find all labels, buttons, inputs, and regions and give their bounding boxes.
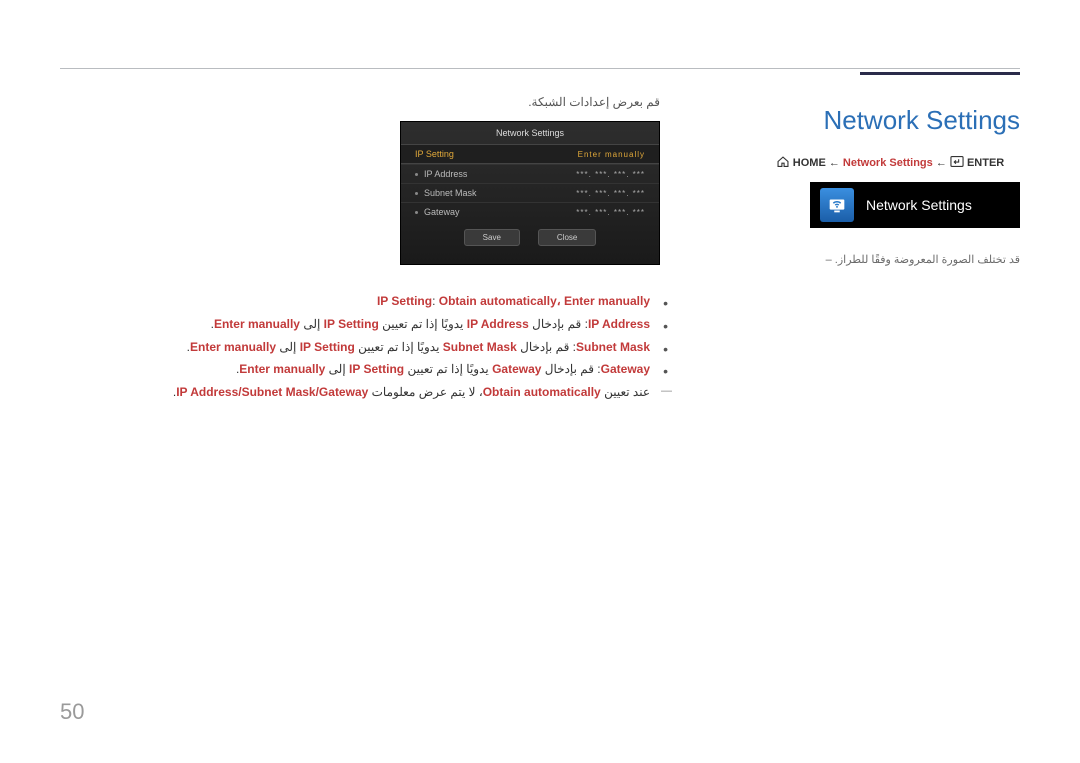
- mock-header-row: IP Setting Enter manually: [401, 144, 659, 164]
- mock-title: Network Settings: [401, 128, 659, 138]
- page-number: 50: [60, 699, 84, 725]
- mock-gateway-value: ***. ***. ***. ***: [576, 208, 645, 217]
- home-icon: [776, 156, 790, 170]
- b4-r2: IP Setting: [349, 362, 404, 376]
- b4-t3: إلى: [325, 362, 349, 376]
- right-column: Network Settings HOME ← Network Settings…: [760, 105, 1020, 266]
- b4-label: Gateway: [601, 362, 650, 376]
- b3-t2: يدويًا إذا تم تعيين: [355, 340, 443, 354]
- dash-note: عند تعيين Obtain automatically، لا يتم ع…: [60, 381, 650, 404]
- bullet-gateway: Gateway: قم بإدخال Gateway يدويًا إذا تم…: [60, 358, 650, 381]
- b3-r3: Enter manually: [190, 340, 276, 354]
- b2-t2: يدويًا إذا تم تعيين: [379, 317, 467, 331]
- mock-header-value: Enter manually: [578, 150, 645, 159]
- breadcrumb-home: HOME: [793, 157, 826, 169]
- mock-subnet-label: Subnet Mask: [424, 188, 477, 198]
- mock-header-label: IP Setting: [415, 149, 454, 159]
- breadcrumb-arrow1: ←: [829, 157, 840, 169]
- mock-gateway-label: Gateway: [424, 207, 460, 217]
- d-t1: عند تعيين: [601, 385, 650, 399]
- mock-row-subnet: Subnet Mask ***. ***. ***. ***: [401, 183, 659, 202]
- b1-label: IP Setting: [377, 294, 432, 308]
- enter-icon: [950, 156, 964, 170]
- b4-r1: Gateway: [492, 362, 541, 376]
- top-rule: [60, 68, 1020, 69]
- bullet-dot-icon: [415, 192, 418, 195]
- bullet-dot-icon: [415, 173, 418, 176]
- b3-r1: Subnet Mask: [443, 340, 517, 354]
- lead-text: قم بعرض إعدادات الشبكة.: [60, 95, 660, 109]
- settings-mock-screenshot: Network Settings IP Setting Enter manual…: [400, 121, 660, 265]
- b4-r3: Enter manually: [239, 362, 325, 376]
- d-r1: Obtain automatically: [483, 385, 601, 399]
- page: Network Settings HOME ← Network Settings…: [0, 0, 1080, 763]
- b2-r2: IP Setting: [324, 317, 379, 331]
- b2-t1: : قم بإدخال: [529, 317, 588, 331]
- mock-subnet-value: ***. ***. ***. ***: [576, 189, 645, 198]
- top-rule-accent: [860, 72, 1020, 75]
- mock-button-row: Save Close: [401, 221, 659, 246]
- mock-ip-value: ***. ***. ***. ***: [576, 170, 645, 179]
- b2-label: IP Address: [588, 317, 650, 331]
- d-r2: IP Address/Subnet Mask/Gateway: [176, 385, 368, 399]
- b2-r3: Enter manually: [214, 317, 300, 331]
- b3-r2: IP Setting: [300, 340, 355, 354]
- mock-save-button[interactable]: Save: [464, 229, 520, 246]
- bullet-subnet-mask: Subnet Mask: قم بإدخال Subnet Mask يدويً…: [60, 336, 650, 359]
- tile-label: Network Settings: [866, 197, 972, 213]
- model-note: قد تختلف الصورة المعروضة وفقًا للطراز.: [760, 253, 1020, 266]
- b3-t1: : قم بإدخال: [517, 340, 576, 354]
- left-column: قم بعرض إعدادات الشبكة. Network Settings…: [60, 95, 680, 404]
- breadcrumb-mid: Network Settings: [843, 157, 933, 169]
- b2-r1: IP Address: [467, 317, 529, 331]
- b3-t3: إلى: [276, 340, 300, 354]
- section-title: Network Settings: [760, 105, 1020, 136]
- breadcrumb-enter: ENTER: [967, 157, 1004, 169]
- b2-t3: إلى: [300, 317, 324, 331]
- d-t2: ، لا يتم عرض معلومات: [368, 385, 482, 399]
- network-icon: [820, 188, 854, 222]
- bullet-dot-icon: [415, 211, 418, 214]
- breadcrumb-arrow2: ←: [936, 157, 947, 169]
- network-settings-tile[interactable]: Network Settings: [810, 182, 1020, 228]
- b4-t1: : قم بإدخال: [541, 362, 600, 376]
- bullet-ip-setting: IP Setting: Obtain automatically، Enter …: [60, 290, 650, 313]
- breadcrumb: HOME ← Network Settings ← ENTER: [760, 156, 1020, 170]
- b4-t2: يدويًا إذا تم تعيين: [404, 362, 492, 376]
- bullet-ip-address: IP Address: قم بإدخال IP Address يدويًا …: [60, 313, 650, 336]
- b3-label: Subnet Mask: [576, 340, 650, 354]
- b1-values: Obtain automatically، Enter manually: [439, 294, 650, 308]
- mock-row-gateway: Gateway ***. ***. ***. ***: [401, 202, 659, 221]
- mock-ip-label: IP Address: [424, 169, 467, 179]
- bullet-list: IP Setting: Obtain automatically، Enter …: [60, 290, 680, 404]
- mock-row-ip: IP Address ***. ***. ***. ***: [401, 164, 659, 183]
- mock-close-button[interactable]: Close: [538, 229, 596, 246]
